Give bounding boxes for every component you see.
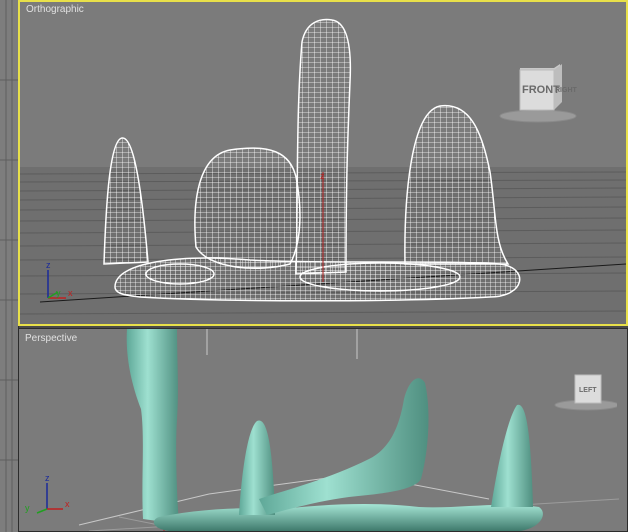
axis-gizmo (36, 483, 63, 514)
left-strip-grid (0, 0, 18, 532)
viewport-label[interactable]: Orthographic (26, 4, 84, 15)
viewcube-left[interactable]: LEFT (537, 369, 617, 417)
viewport-orthographic[interactable]: Orthographic z z y x FRONT RIGHT (18, 0, 628, 326)
axis-x-label: x (68, 288, 73, 298)
viewcube-left-label: LEFT (579, 387, 597, 394)
perspective-scene[interactable]: z z y x (19, 329, 627, 531)
orthographic-scene[interactable]: z z y x (20, 2, 626, 324)
axis-y-label: y (56, 288, 61, 298)
left-panel-strip (0, 0, 19, 532)
axis-z-label: z (45, 473, 50, 483)
axis-x-label: x (65, 499, 70, 509)
axis-z-label: z (46, 260, 51, 270)
viewcube-right-label: RIGHT (555, 87, 578, 94)
shaded-mesh[interactable] (126, 329, 543, 531)
pivot-z-label: z (320, 171, 325, 181)
viewcube-front[interactable]: FRONT RIGHT (498, 62, 578, 126)
viewport-label[interactable]: Perspective (25, 333, 77, 344)
axis-y-label: y (25, 503, 30, 513)
viewport-perspective[interactable]: Perspective z y x LEFT (18, 328, 628, 532)
